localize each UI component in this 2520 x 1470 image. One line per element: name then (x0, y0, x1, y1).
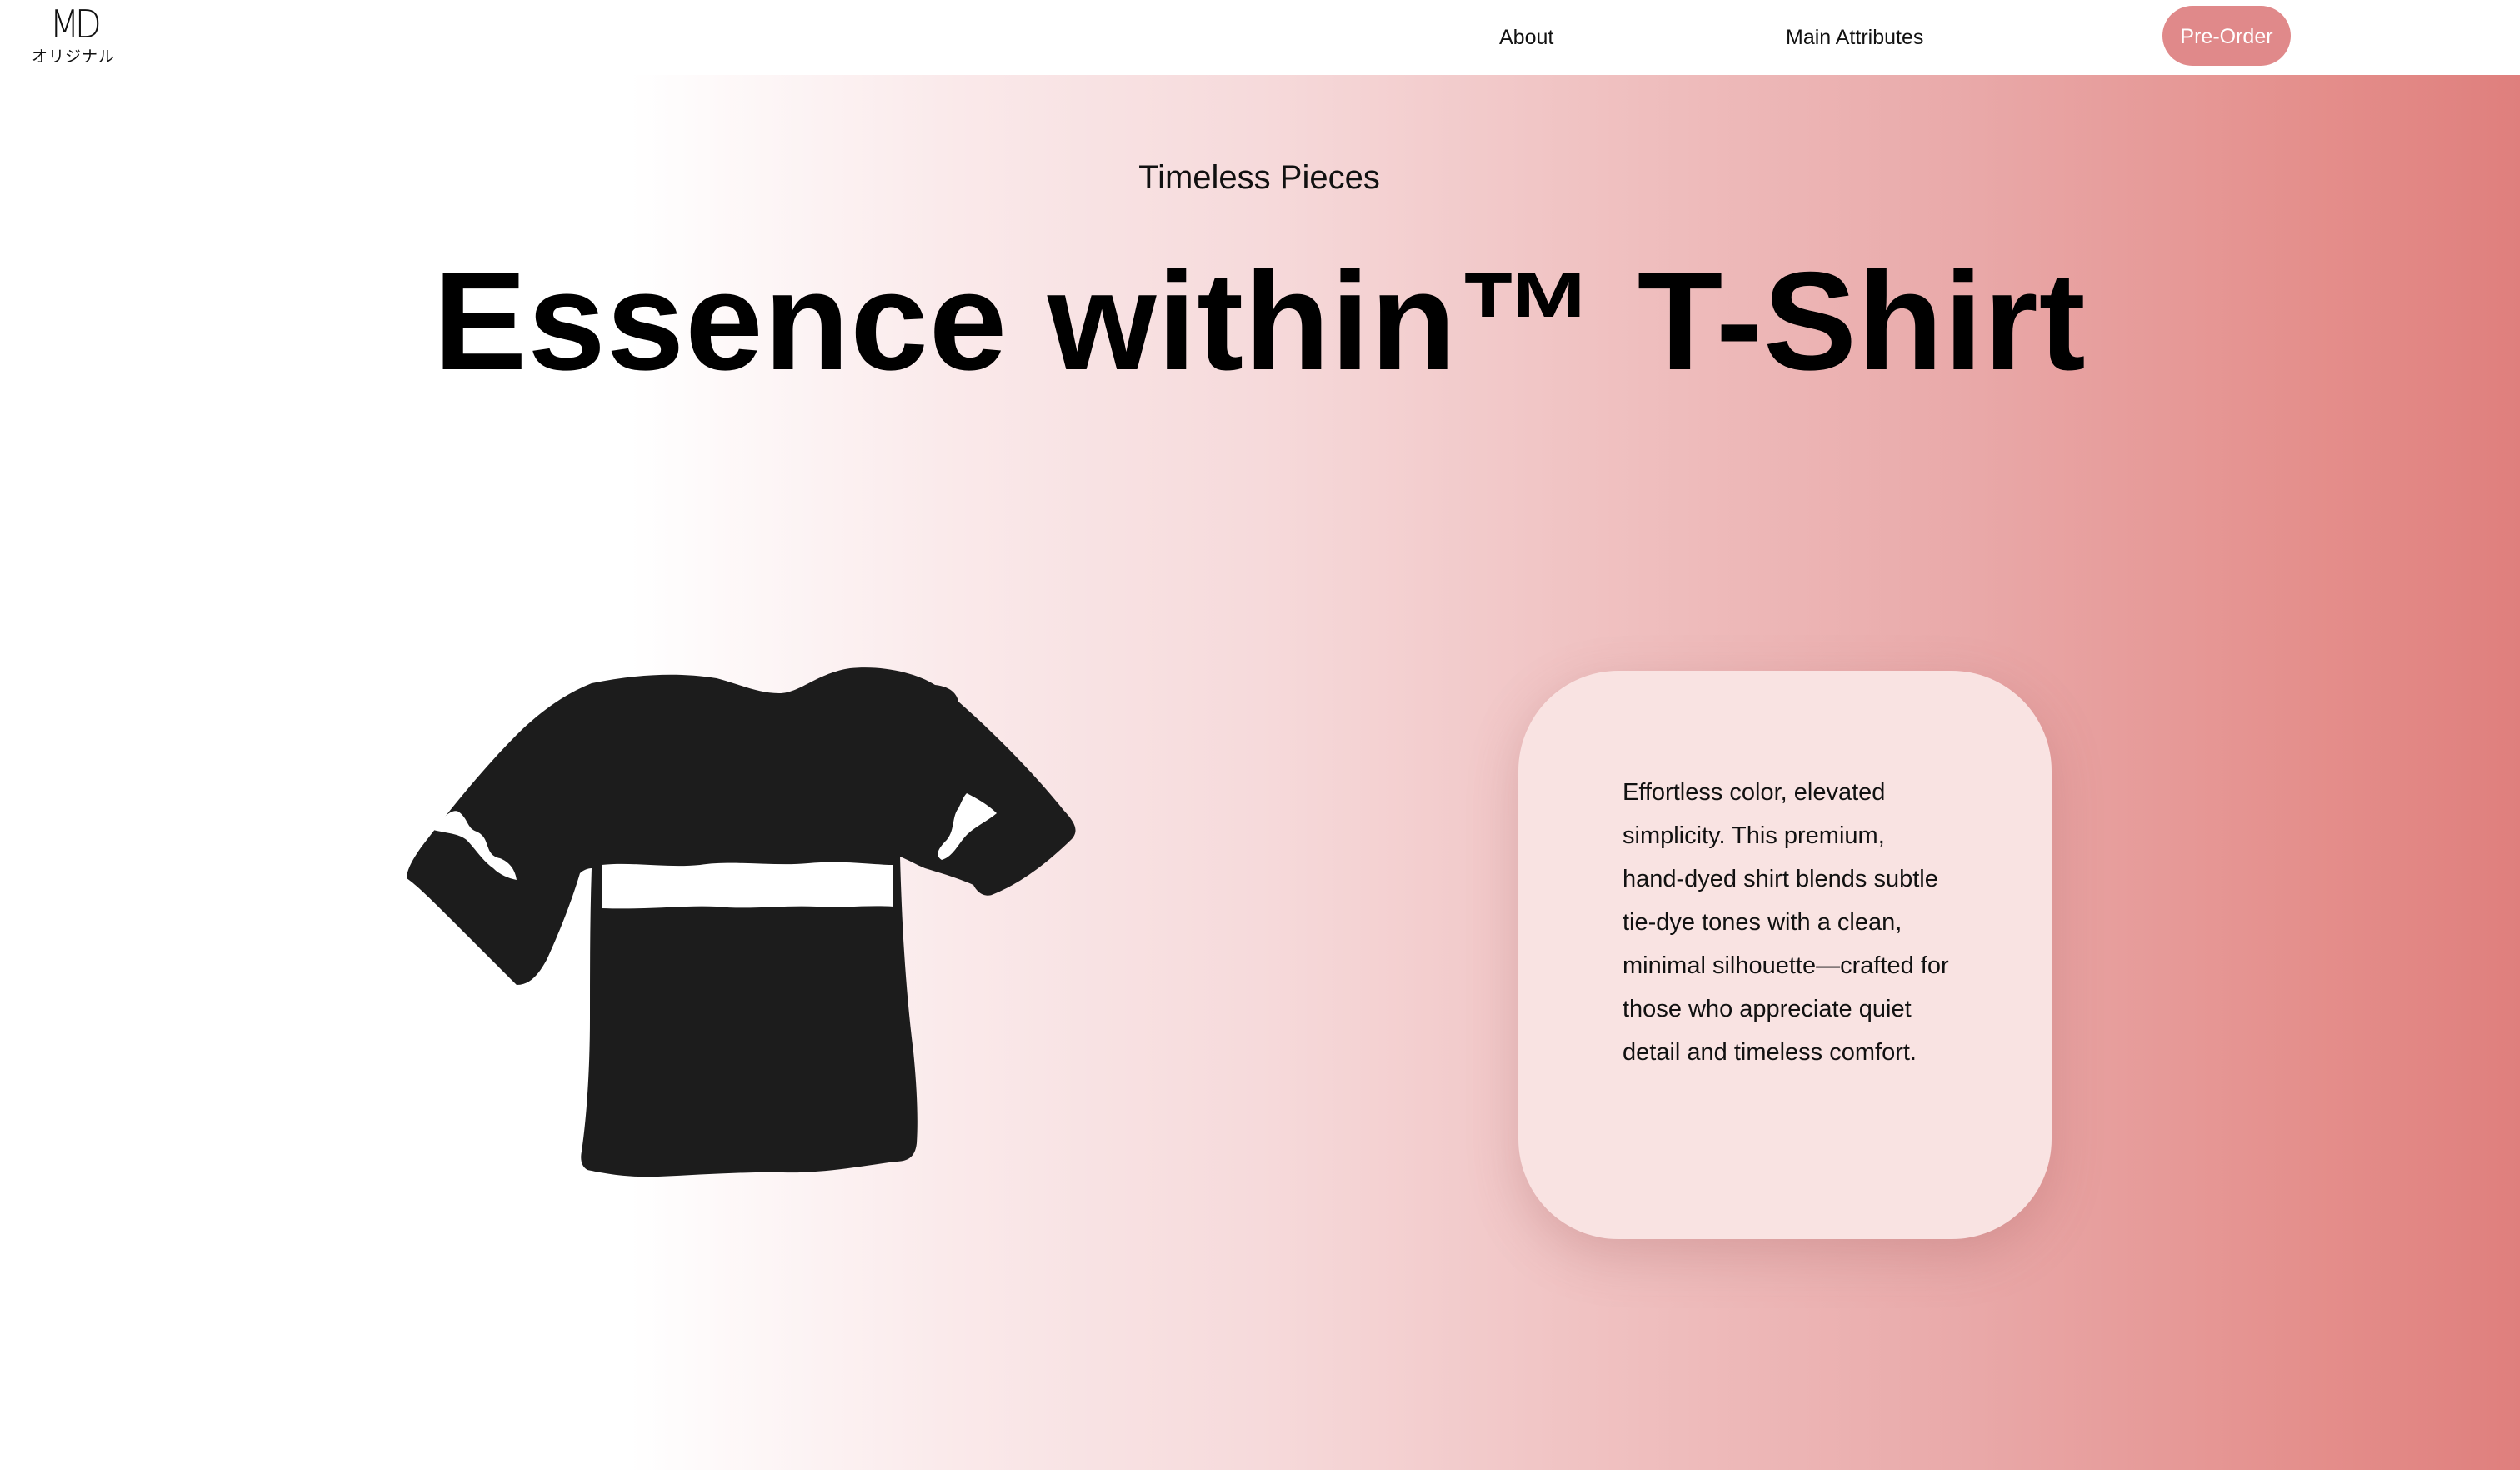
hero-eyebrow: Timeless Pieces (1138, 159, 1380, 196)
nav-link-about[interactable]: About (1499, 23, 1553, 52)
logo-mark: MD (49, 2, 102, 47)
logo[interactable]: MD オリジナル (30, 3, 117, 67)
hero-section: Timeless Pieces Essence within™ T-Shirt … (0, 75, 2520, 1470)
hero-title: Essence within™ T-Shirt (433, 242, 2087, 399)
page: MD オリジナル About Main Attributes Pre-Order… (0, 0, 2520, 1470)
tshirt-light-band (602, 862, 893, 909)
pre-order-button[interactable]: Pre-Order (2162, 6, 2291, 66)
logo-subtitle: オリジナル (31, 48, 115, 66)
nav-link-main-attributes[interactable]: Main Attributes (1786, 23, 1923, 52)
site-header: MD オリジナル About Main Attributes Pre-Order (0, 0, 2520, 75)
product-description: Effortless color, elevated simplicity. T… (1622, 779, 1949, 1066)
description-card: Effortless color, elevated simplicity. T… (1518, 671, 2052, 1239)
tshirt-body (407, 668, 1076, 1178)
tshirt-silhouette-icon (407, 668, 1076, 1178)
